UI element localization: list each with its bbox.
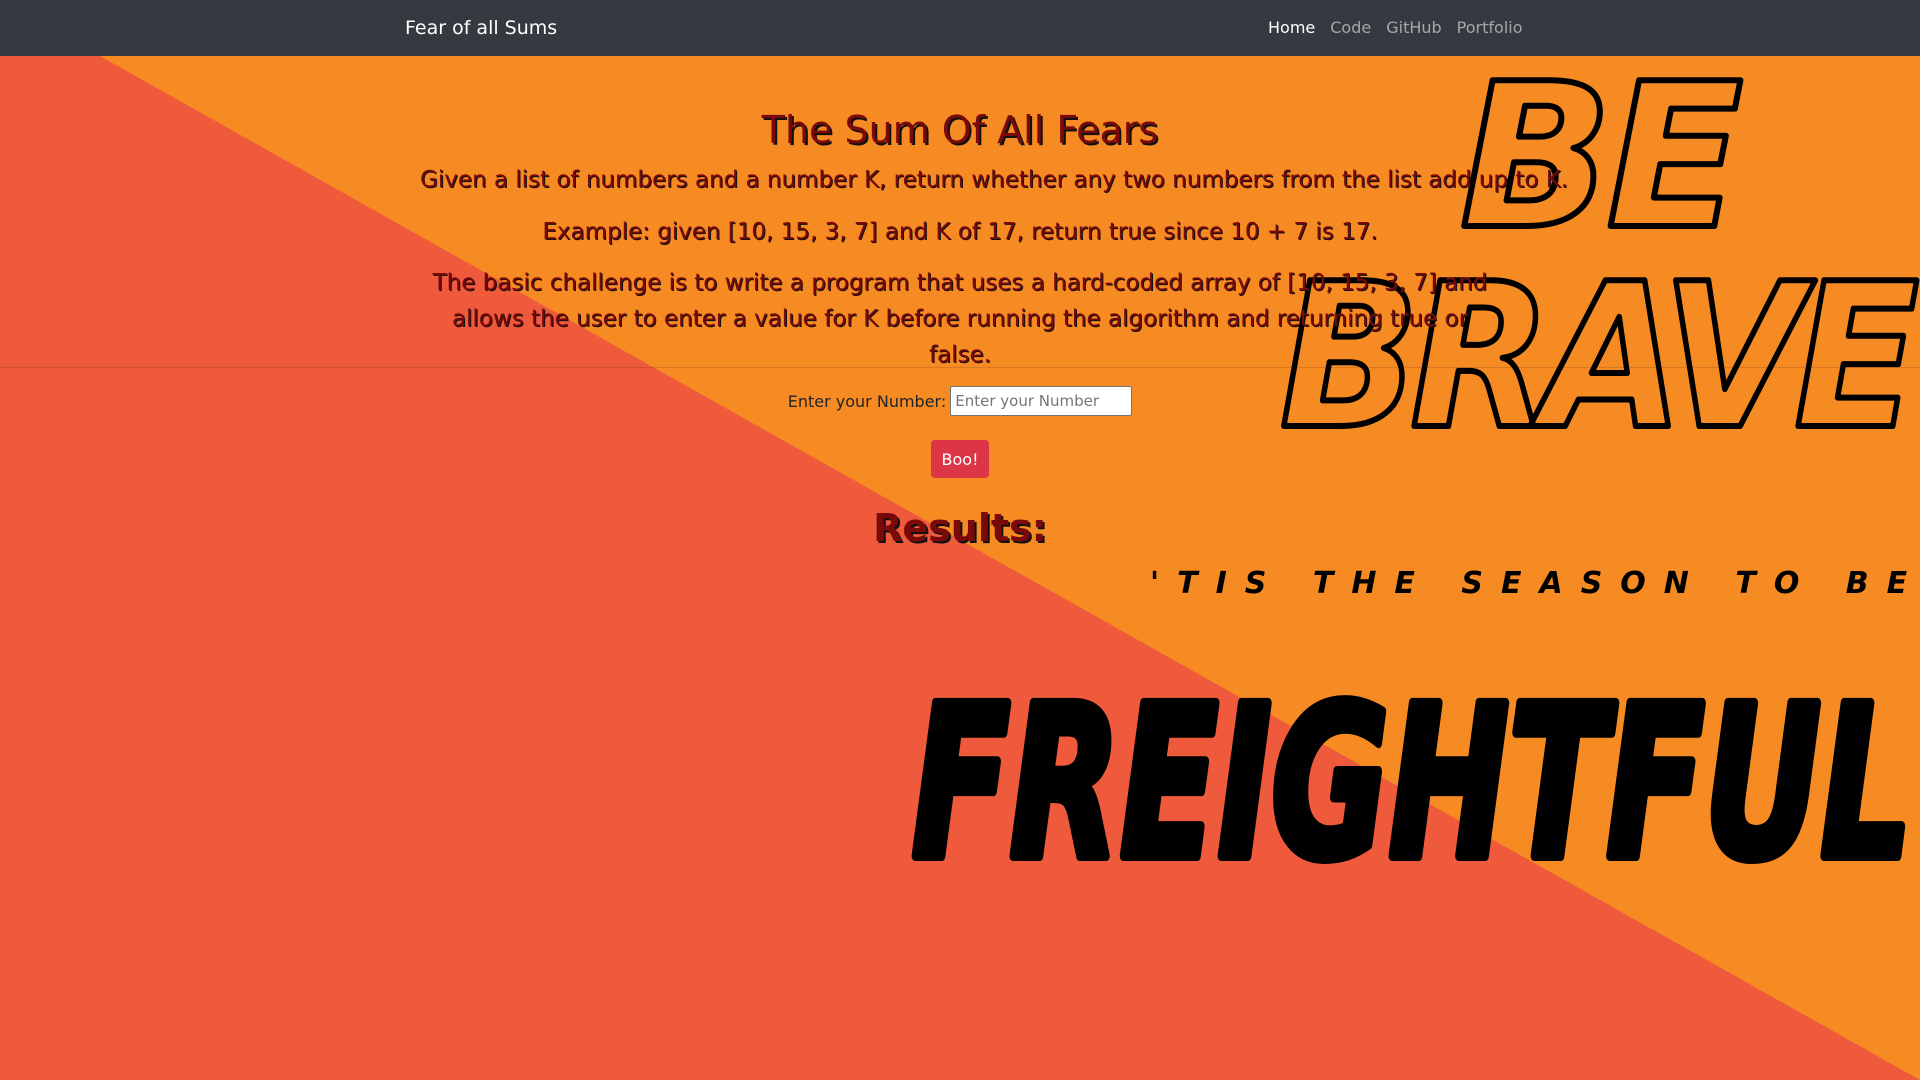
number-form: Enter your Number: — [0, 386, 1920, 416]
challenge-paragraph: The basic challenge is to write a progra… — [432, 270, 1488, 368]
results-heading: Results: — [873, 506, 1047, 550]
main-stage: BE BRAVE The Sum Of All Fears Given a li… — [0, 56, 1920, 1080]
number-label: Enter your Number: — [787, 391, 947, 411]
nav-links: Home Code GitHub Portfolio — [1268, 18, 1538, 38]
number-input[interactable] — [950, 386, 1133, 416]
section-divider — [0, 367, 1920, 368]
page-title: The Sum Of All Fears — [761, 108, 1159, 152]
freightful-text: FREIGHTFUL — [912, 661, 1912, 886]
freightful-graphic: FREIGHTFUL — [907, 656, 1917, 886]
navbar-brand[interactable]: Fear of all Sums — [405, 16, 557, 40]
nav-link-home[interactable]: Home — [1268, 18, 1315, 38]
boo-button[interactable]: Boo! — [931, 440, 989, 478]
season-tagline: 'TIS THE SEASON TO BE — [1150, 566, 1920, 601]
navbar: Fear of all Sums Home Code GitHub Portfo… — [0, 0, 1920, 56]
nav-link-github[interactable]: GitHub — [1386, 18, 1441, 38]
nav-link-code[interactable]: Code — [1330, 18, 1371, 38]
description-paragraph: Given a list of numbers and a number K, … — [420, 167, 1569, 193]
nav-link-portfolio[interactable]: Portfolio — [1457, 18, 1523, 38]
example-paragraph: Example: given [10, 15, 3, 7] and K of 1… — [542, 219, 1378, 245]
